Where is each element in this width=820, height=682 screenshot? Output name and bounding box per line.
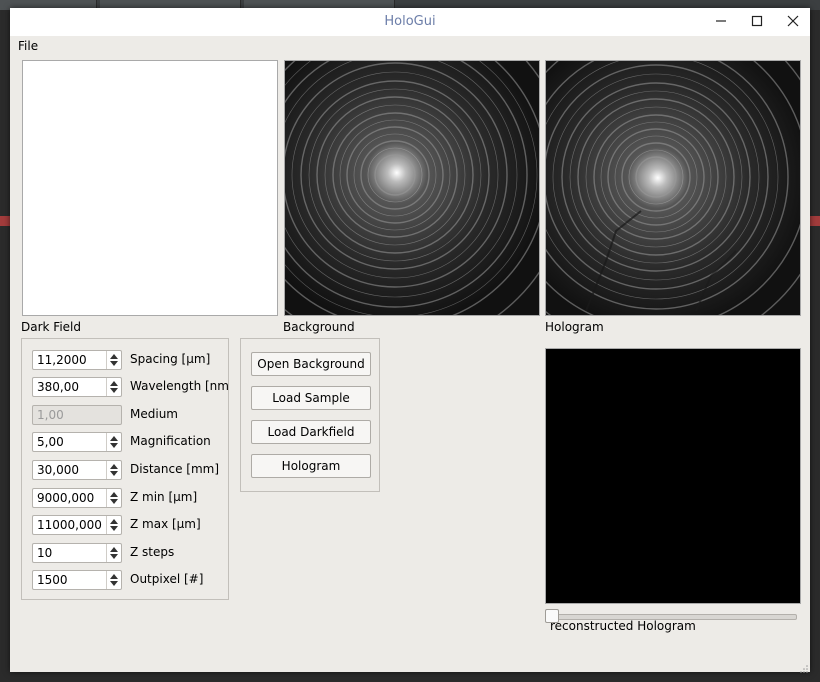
- outpixel-value: 1500: [37, 573, 68, 587]
- outpixel-spinbox[interactable]: 1500: [32, 570, 122, 590]
- spin-arrows-icon: [107, 406, 121, 424]
- spacing-label: Spacing [µm]: [130, 352, 211, 366]
- distance-label: Distance [mm]: [130, 462, 220, 476]
- medium-spinbox: 1,00: [32, 405, 122, 425]
- resize-grip-icon[interactable]: [800, 662, 808, 673]
- spin-arrows-icon[interactable]: [106, 544, 121, 562]
- zmax-label: Z max [µm]: [130, 517, 201, 531]
- dark-field-label: Dark Field: [21, 320, 81, 334]
- maximize-icon[interactable]: [740, 8, 774, 36]
- dark-field-view: [22, 60, 278, 316]
- hologram-button[interactable]: Hologram: [251, 454, 371, 478]
- spin-arrows-icon[interactable]: [106, 378, 121, 396]
- app-window: HoloGui File Dark Field Background Holog…: [10, 8, 810, 673]
- zsteps-spinbox[interactable]: 10: [32, 543, 122, 563]
- zsteps-value: 10: [37, 546, 53, 560]
- hologram-image-view: [545, 60, 801, 316]
- magnification-value: 5,00: [37, 435, 64, 449]
- window-title: HoloGui: [384, 14, 436, 29]
- actions-group: Open Background Load Sample Load Darkfie…: [240, 338, 380, 492]
- spacing-spinbox[interactable]: 11,2000: [32, 350, 122, 370]
- editor-highlight-line: [0, 216, 10, 226]
- magnification-spinbox[interactable]: 5,00: [32, 432, 122, 452]
- load-darkfield-button[interactable]: Load Darkfield: [251, 420, 371, 444]
- background-label: Background: [283, 320, 355, 334]
- menu-bar: File: [10, 36, 810, 58]
- menu-file[interactable]: File: [18, 39, 38, 53]
- parameters-group: 11,2000 Spacing [µm] 380,00 Wavelength […: [21, 338, 229, 600]
- zsteps-label: Z steps: [130, 545, 175, 559]
- distance-spinbox[interactable]: 30,000: [32, 460, 122, 480]
- wavelength-spinbox[interactable]: 380,00: [32, 377, 122, 397]
- close-icon[interactable]: [776, 8, 810, 36]
- zmax-spinbox[interactable]: 11000,000: [32, 515, 122, 535]
- medium-label: Medium: [130, 407, 178, 421]
- spin-arrows-icon[interactable]: [106, 571, 121, 589]
- spin-arrows-icon[interactable]: [106, 433, 121, 451]
- minimize-icon[interactable]: [704, 8, 738, 36]
- zmax-value: 11000,000: [37, 518, 102, 532]
- magnification-label: Magnification: [130, 434, 211, 448]
- wavelength-value: 380,00: [37, 380, 79, 394]
- spin-arrows-icon[interactable]: [106, 351, 121, 369]
- open-background-button[interactable]: Open Background: [251, 352, 371, 376]
- spin-arrows-icon[interactable]: [106, 516, 121, 534]
- spin-arrows-icon[interactable]: [106, 489, 121, 507]
- hologram-label: Hologram: [545, 320, 604, 334]
- editor-highlight-line: [810, 216, 820, 226]
- background-hologram-image: [285, 61, 539, 315]
- zmin-value: 9000,000: [37, 491, 95, 505]
- spin-arrows-icon[interactable]: [106, 461, 121, 479]
- load-sample-button[interactable]: Load Sample: [251, 386, 371, 410]
- background-image-view: [284, 60, 540, 316]
- zmin-spinbox[interactable]: 9000,000: [32, 488, 122, 508]
- outpixel-label: Outpixel [#]: [130, 572, 204, 586]
- reconstructed-hologram-view: [545, 348, 801, 604]
- wavelength-label: Wavelength [nm: [130, 379, 229, 393]
- zmin-label: Z min [µm]: [130, 490, 198, 504]
- title-bar: HoloGui: [10, 8, 810, 36]
- medium-value: 1,00: [37, 408, 64, 422]
- hologram-image: [546, 61, 800, 315]
- reconstructed-hologram-label: reconstructed Hologram: [550, 619, 696, 633]
- spacing-value: 11,2000: [37, 353, 87, 367]
- distance-value: 30,000: [37, 463, 79, 477]
